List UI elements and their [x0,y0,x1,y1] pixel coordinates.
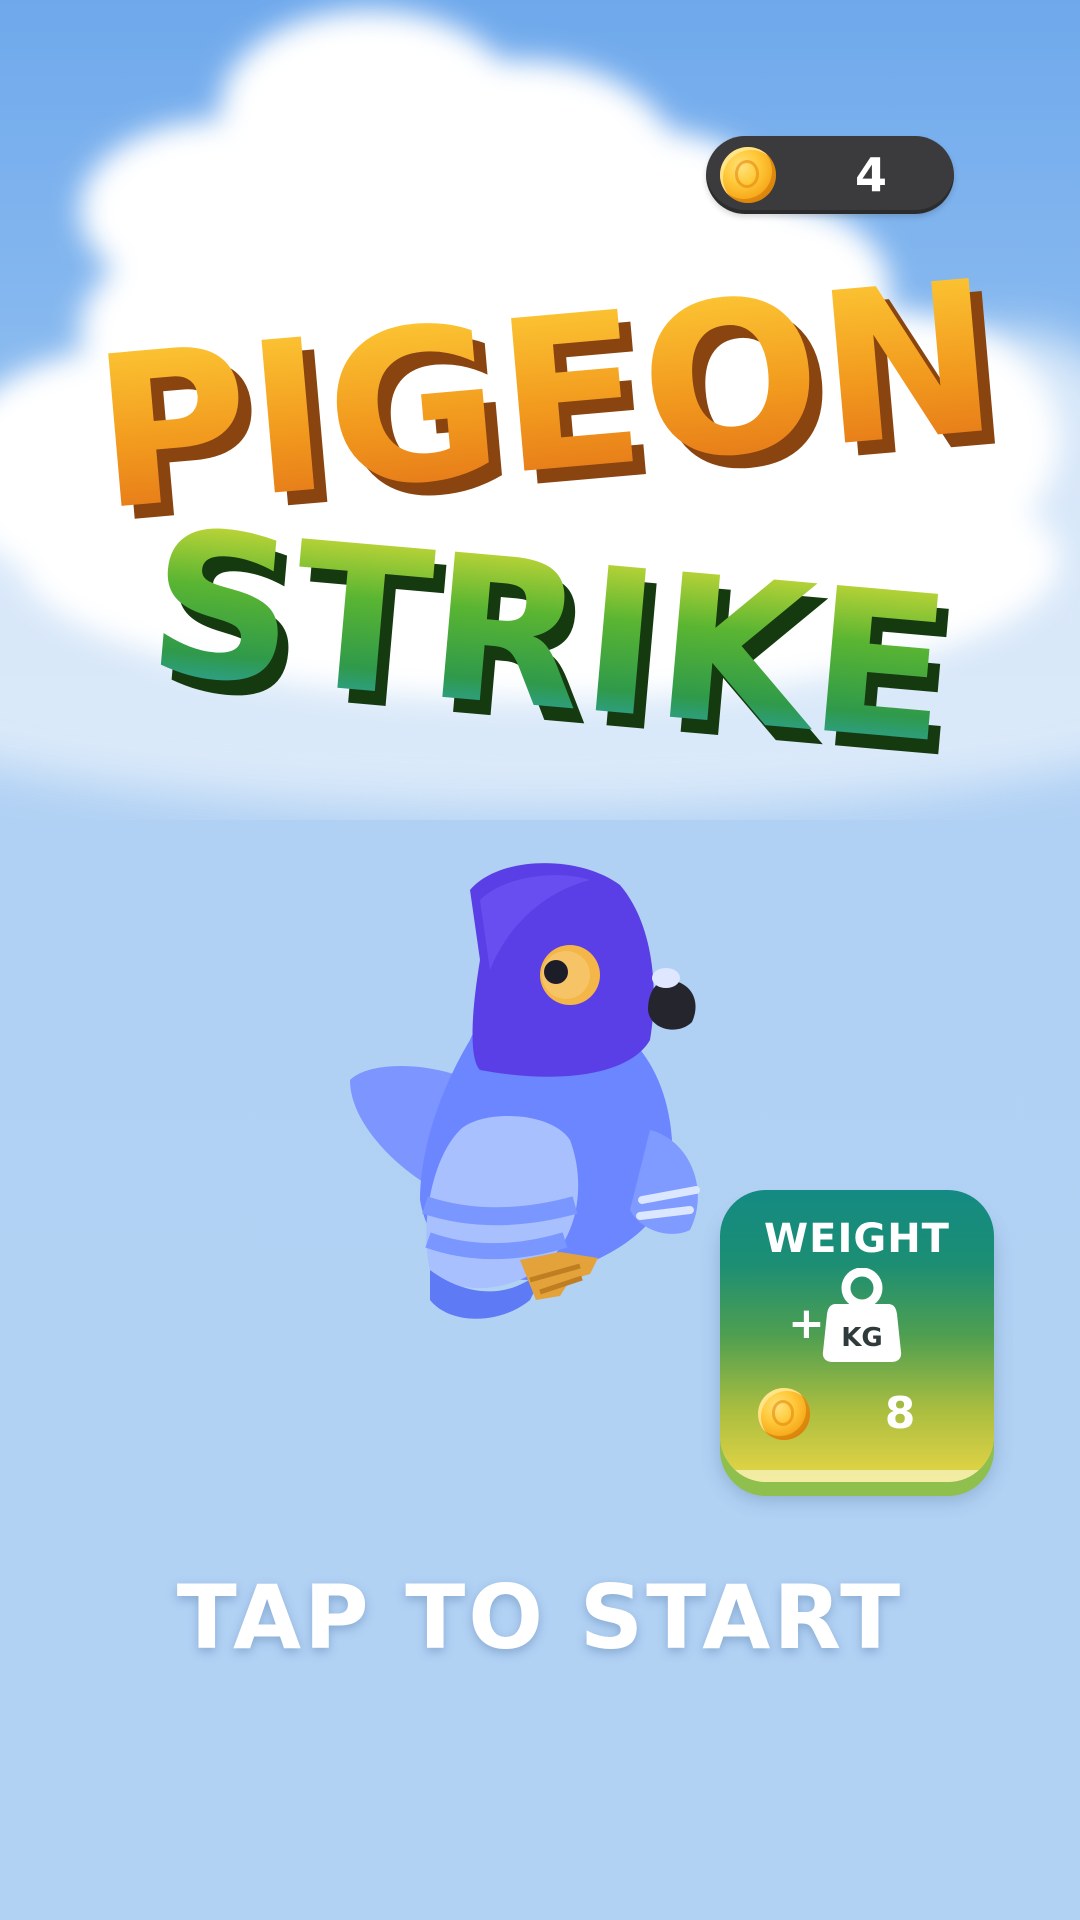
kg-label: KG [841,1323,883,1353]
game-screen[interactable]: 4 PIGEON PIGEON STRIKE STRIKE WEIGHT + K… [0,0,1080,1920]
weight-upgrade-cost: 8 [884,1388,916,1439]
coin-counter[interactable]: 4 [706,136,954,214]
kettlebell-kg-icon: KG [822,1268,902,1362]
game-title-logo: PIGEON PIGEON STRIKE STRIKE [60,250,1040,770]
gold-coin-icon [720,147,776,203]
tap-to-start-prompt[interactable]: TAP TO START [0,1566,1080,1669]
weight-upgrade-button[interactable]: WEIGHT + KG 8 [720,1190,994,1482]
coin-count: 4 [854,148,887,202]
gold-coin-icon [758,1388,810,1440]
weight-title: WEIGHT [764,1216,950,1262]
title-line-2: STRIKE [140,487,958,770]
weight-plus-sign: + [788,1298,825,1349]
pigeon-character [330,860,750,1340]
